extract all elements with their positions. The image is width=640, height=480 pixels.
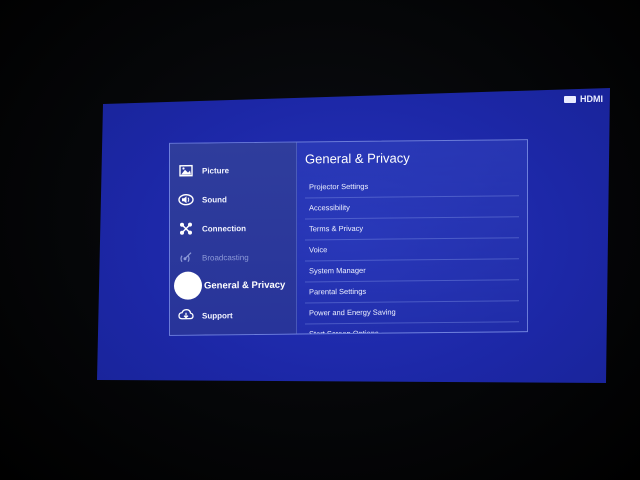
broadcasting-icon xyxy=(178,250,194,266)
connection-icon xyxy=(178,221,194,237)
sidebar-item-sound[interactable]: Sound xyxy=(178,187,227,212)
sidebar-item-broadcasting[interactable]: Broadcasting xyxy=(178,245,249,270)
sidebar-item-support[interactable]: Support xyxy=(178,303,233,328)
settings-menu-panel: Picture Sound Connection Broadcasting Ge… xyxy=(169,139,528,336)
sidebar-item-label: General & Privacy xyxy=(204,279,286,292)
page-title: General & Privacy xyxy=(305,150,410,167)
support-icon xyxy=(178,308,194,324)
settings-content: General & Privacy Projector Settings Acc… xyxy=(297,140,527,334)
sidebar-item-label: Connection xyxy=(202,223,246,234)
sidebar-item-label: Picture xyxy=(202,165,230,176)
source-badge: HDMI xyxy=(564,93,603,105)
sidebar-item-picture[interactable]: Picture xyxy=(178,158,229,183)
sidebar-item-label: Sound xyxy=(202,194,227,205)
sidebar-item-label: Broadcasting xyxy=(202,252,249,263)
focus-dot xyxy=(174,271,202,300)
settings-sidebar: Picture Sound Connection Broadcasting Ge… xyxy=(170,142,297,335)
sidebar-item-connection[interactable]: Connection xyxy=(178,216,246,241)
sidebar-item-general-privacy[interactable]: General & Privacy xyxy=(204,273,285,298)
option-start-screen-options[interactable]: Start Screen Options xyxy=(305,321,519,334)
hdmi-source-icon xyxy=(564,95,576,103)
source-label: HDMI xyxy=(580,94,603,104)
sound-icon xyxy=(178,192,194,208)
sidebar-item-label: Support xyxy=(202,310,233,321)
picture-icon xyxy=(178,163,194,179)
